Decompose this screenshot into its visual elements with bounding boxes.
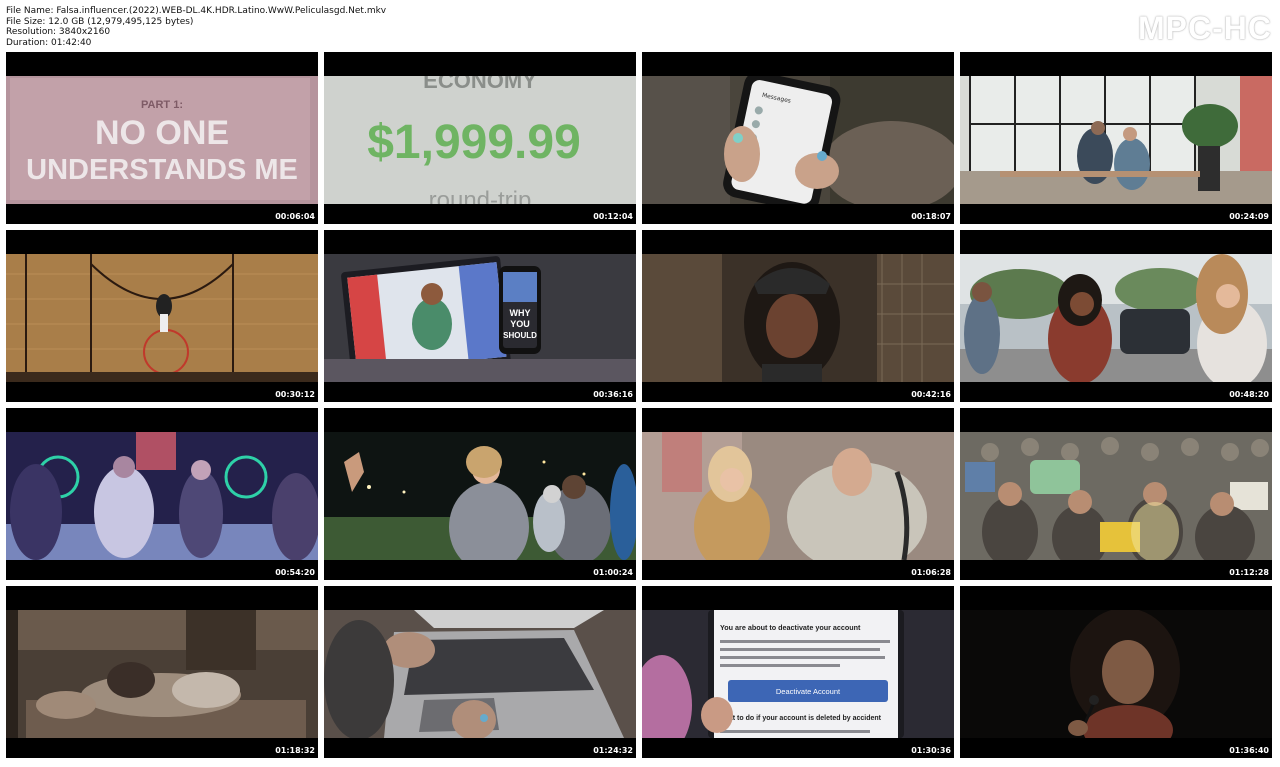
frame-14	[324, 610, 636, 738]
timestamp: 01:30:36	[911, 746, 951, 755]
resolution: Resolution: 3840x2160	[6, 27, 111, 37]
thumbnail-14: 01:24:32	[324, 586, 636, 758]
thumbnail-12: 01:12:28	[960, 408, 1272, 580]
thumbnail-5: 00:30:12	[6, 230, 318, 402]
timestamp: 01:24:32	[593, 746, 633, 755]
frame-4	[960, 76, 1272, 204]
frame-10	[324, 432, 636, 560]
timestamp: 01:18:32	[275, 746, 315, 755]
frame-16	[960, 610, 1272, 738]
timestamp: 00:18:07	[911, 212, 951, 221]
timestamp: 01:06:28	[911, 568, 951, 577]
frame-13	[6, 610, 318, 738]
frame-15: You are about to deactivate your account…	[642, 610, 954, 738]
frame-3: Messages	[642, 76, 954, 204]
thumbnail-7: 00:42:16	[642, 230, 954, 402]
frame-6-caption-1: WHY	[510, 308, 531, 318]
thumbnail-15: You are about to deactivate your account…	[642, 586, 954, 758]
frame-12	[960, 432, 1272, 560]
timestamp: 01:12:28	[1229, 568, 1269, 577]
duration: Duration: 01:42:40	[6, 37, 92, 48]
thumbnail-16: 01:36:40	[960, 586, 1272, 758]
timestamp: 01:36:40	[1229, 746, 1269, 755]
timestamp: 00:06:04	[275, 212, 315, 221]
thumbnail-11: 01:06:28	[642, 408, 954, 580]
thumbnail-grid: PART 1: NO ONE UNDERSTANDS ME 00:06:04 E…	[6, 52, 1272, 758]
frame-1-line2: NO ONE	[95, 114, 229, 152]
thumbnail-13: 01:18:32	[6, 586, 318, 758]
frame-6-caption-2: YOU	[510, 319, 530, 329]
thumbnail-6: WHY YOU SHOULD 00:36:16	[324, 230, 636, 402]
thumbnail-9: 00:54:20	[6, 408, 318, 580]
frame-1: PART 1: NO ONE UNDERSTANDS ME	[6, 76, 318, 204]
timestamp: 01:00:24	[593, 568, 633, 577]
frame-15-dialog-button: Deactivate Account	[776, 687, 841, 696]
frame-9	[6, 432, 318, 560]
frame-2-word-bottom: round-trip	[429, 187, 532, 204]
timestamp: 00:42:16	[911, 390, 951, 399]
file-name: File Name: Falsa.influencer.(2022).WEB-D…	[6, 6, 387, 16]
thumbnail-10: 01:00:24	[324, 408, 636, 580]
thumbnail-2: ECONOMY $1,999.99 round-trip 00:12:04	[324, 52, 636, 224]
frame-15-dialog-title: You are about to deactivate your account	[720, 623, 861, 632]
thumbnail-1: PART 1: NO ONE UNDERSTANDS ME 00:06:04	[6, 52, 318, 224]
frame-2-price: $1,999.99	[367, 116, 581, 169]
timestamp: 00:54:20	[275, 568, 315, 577]
frame-1-line3: UNDERSTANDS ME	[26, 154, 298, 186]
frame-2: ECONOMY $1,999.99 round-trip	[324, 76, 636, 204]
frame-15-dialog-subtitle: What to do if your account is deleted by…	[718, 715, 882, 722]
frame-5	[6, 254, 318, 382]
thumbnail-8: 00:48:20	[960, 230, 1272, 402]
timestamp: 00:48:20	[1229, 390, 1269, 399]
frame-1-part: PART 1:	[141, 99, 183, 111]
file-size: File Size: 12.0 GB (12,979,495,125 bytes…	[6, 16, 194, 27]
timestamp: 00:12:04	[593, 212, 633, 221]
frame-6-caption-3: SHOULD	[503, 331, 537, 340]
timestamp: 00:30:12	[275, 390, 315, 399]
file-info: File Name: Falsa.influencer.(2022).WEB-D…	[6, 6, 386, 48]
timestamp: 00:36:16	[593, 390, 633, 399]
frame-7	[642, 254, 954, 382]
thumbnail-4: 00:24:09	[960, 52, 1272, 224]
thumbnail-3: Messages 00:18:07	[642, 52, 954, 224]
frame-6: WHY YOU SHOULD	[324, 254, 636, 382]
mpc-hc-logo: MPC-HC	[1138, 10, 1272, 46]
frame-8	[960, 254, 1272, 382]
timestamp: 00:24:09	[1229, 212, 1269, 221]
frame-2-word-top: ECONOMY	[423, 76, 537, 93]
frame-11	[642, 432, 954, 560]
